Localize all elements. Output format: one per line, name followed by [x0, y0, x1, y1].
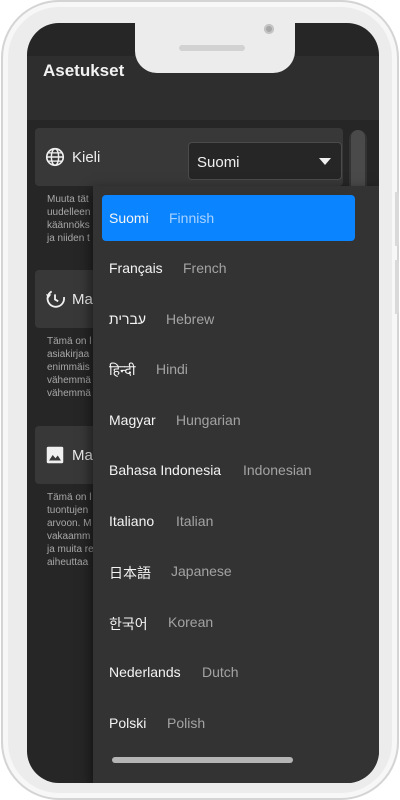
option-english-name: French	[183, 260, 227, 276]
option-native-name: हिन्दी	[109, 362, 136, 378]
option-english-name: Hungarian	[176, 412, 241, 428]
option-english-name: Polish	[167, 715, 206, 731]
option-english-name: Hebrew	[166, 311, 215, 327]
language-option-indonesian[interactable]: Bahasa Indonesia Indonesian	[102, 447, 355, 493]
option-english-name: Italian	[176, 513, 214, 529]
option-english-name: Dutch	[202, 664, 239, 680]
screen: Asetukset Kieli Suomi Muuta tät uudellee…	[27, 23, 379, 783]
globe-icon	[45, 147, 65, 167]
language-setting-card: Kieli Suomi	[35, 128, 343, 186]
option-native-name: Suomi	[109, 210, 149, 226]
language-option-hindi[interactable]: हिन्दी Hindi	[102, 346, 355, 392]
language-option-finnish[interactable]: Suomi Finnish	[102, 195, 355, 241]
settings-list: Kieli Suomi Muuta tät uudelleen käännöks…	[27, 120, 379, 783]
option-native-name: Nederlands	[109, 664, 181, 680]
phone-frame: Asetukset Kieli Suomi Muuta tät uudellee…	[1, 0, 399, 800]
language-option-polish[interactable]: Polski Polish	[102, 700, 355, 746]
option-english-name: Finnish	[169, 210, 215, 226]
language-option-hebrew[interactable]: עברית Hebrew	[102, 296, 355, 342]
option-native-name: 日本語	[109, 565, 151, 581]
language-option-italian[interactable]: Italiano Italian	[102, 498, 355, 544]
option-english-name: Indonesian	[243, 462, 312, 478]
language-label: Kieli	[72, 149, 101, 166]
power-button	[395, 260, 399, 314]
image-icon	[46, 446, 64, 464]
chevron-down-icon	[319, 158, 331, 165]
language-option-hungarian[interactable]: Magyar Hungarian	[102, 397, 355, 443]
home-indicator[interactable]	[112, 757, 293, 763]
media-label: Ma	[72, 447, 93, 464]
option-english-name: Hindi	[156, 361, 188, 377]
language-select[interactable]: Suomi	[188, 142, 342, 180]
option-native-name: Magyar	[109, 412, 156, 428]
speaker	[179, 45, 245, 51]
language-option-french[interactable]: Français French	[102, 245, 355, 291]
language-select-value: Suomi	[197, 154, 240, 171]
language-option-japanese[interactable]: 日本語 Japanese	[102, 548, 355, 594]
option-native-name: עברית	[109, 311, 147, 327]
option-native-name: Français	[109, 260, 163, 276]
language-dropdown-menu: Suomi Finnish Français French עברית Hebr…	[93, 186, 379, 783]
history-label: Ma	[72, 291, 93, 308]
page-title: Asetukset	[43, 61, 125, 80]
option-english-name: Korean	[168, 614, 214, 630]
option-english-name: Japanese	[171, 563, 232, 579]
language-option-korean[interactable]: 한국어 Korean	[102, 599, 355, 645]
volume-button	[395, 192, 399, 246]
camera	[264, 24, 274, 34]
language-option-dutch[interactable]: Nederlands Dutch	[102, 649, 355, 695]
option-native-name: Bahasa Indonesia	[109, 462, 222, 478]
option-native-name: Italiano	[109, 513, 155, 529]
option-native-name: 한국어	[109, 616, 148, 632]
option-native-name: Polski	[109, 715, 147, 731]
history-icon	[45, 290, 65, 308]
notch	[135, 23, 295, 73]
